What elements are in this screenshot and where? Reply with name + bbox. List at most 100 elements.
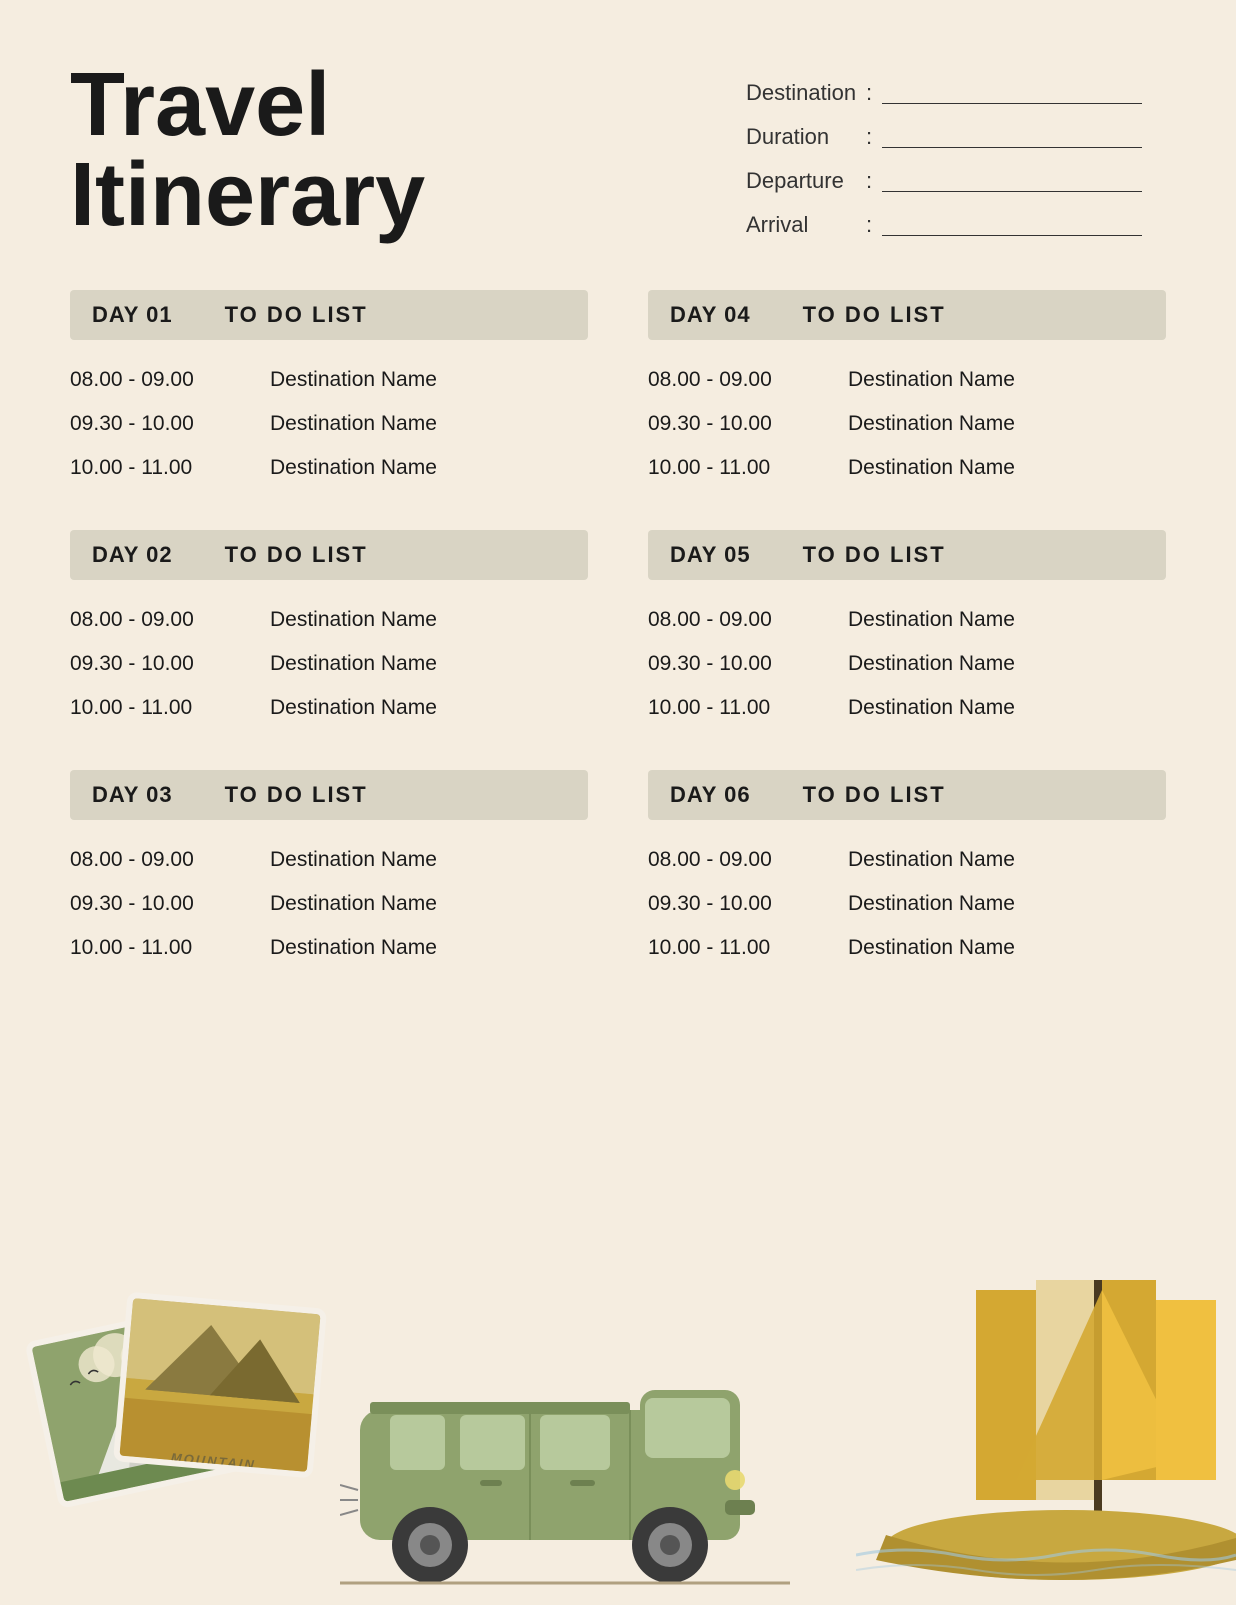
- list-item: 08.00 - 09.00Destination Name: [648, 358, 1166, 402]
- info-row-arrival: Arrival :: [746, 212, 1166, 238]
- day-block-1: DAY 01TO DO LIST08.00 - 09.00Destination…: [70, 290, 588, 490]
- duration-label: Duration: [746, 124, 856, 150]
- day-block-2: DAY 04TO DO LIST08.00 - 09.00Destination…: [648, 290, 1166, 490]
- day-block-6: DAY 06TO DO LIST08.00 - 09.00Destination…: [648, 770, 1166, 970]
- list-item: 09.30 - 10.00Destination Name: [70, 882, 588, 926]
- day-header-1: DAY 01TO DO LIST: [70, 290, 588, 340]
- day-label-6: DAY 06: [648, 770, 773, 820]
- day-todo-label-3: TO DO LIST: [195, 530, 398, 580]
- list-item: 10.00 - 11.00Destination Name: [648, 446, 1166, 490]
- day-todo-label-2: TO DO LIST: [773, 290, 976, 340]
- item-time: 08.00 - 09.00: [70, 848, 270, 872]
- title-block: Travel Itinerary: [70, 60, 425, 240]
- item-destination-name[interactable]: Destination Name: [848, 696, 1015, 720]
- title-line1: Travel: [70, 55, 330, 155]
- departure-label: Departure: [746, 168, 856, 194]
- info-block: Destination : Duration : Departure : Arr…: [746, 60, 1166, 238]
- item-destination-name[interactable]: Destination Name: [848, 652, 1015, 676]
- day-block-3: DAY 02TO DO LIST08.00 - 09.00Destination…: [70, 530, 588, 730]
- destination-colon: :: [866, 80, 872, 106]
- item-destination-name[interactable]: Destination Name: [848, 848, 1015, 872]
- list-item: 08.00 - 09.00Destination Name: [70, 598, 588, 642]
- item-time: 09.30 - 10.00: [648, 652, 848, 676]
- item-destination-name[interactable]: Destination Name: [270, 696, 437, 720]
- van-decoration: [340, 1290, 790, 1590]
- item-time: 09.30 - 10.00: [70, 652, 270, 676]
- info-row-destination: Destination :: [746, 80, 1166, 106]
- photo-card-2: MOUNTAIN: [113, 1292, 327, 1479]
- day-todo-label-1: TO DO LIST: [195, 290, 398, 340]
- destination-line[interactable]: [882, 82, 1142, 104]
- item-time: 09.30 - 10.00: [70, 892, 270, 916]
- item-destination-name[interactable]: Destination Name: [848, 456, 1015, 480]
- item-time: 08.00 - 09.00: [648, 848, 848, 872]
- item-time: 09.30 - 10.00: [648, 892, 848, 916]
- list-item: 10.00 - 11.00Destination Name: [648, 686, 1166, 730]
- info-row-departure: Departure :: [746, 168, 1166, 194]
- list-item: 09.30 - 10.00Destination Name: [648, 642, 1166, 686]
- page: Travel Itinerary Destination : Duration …: [0, 0, 1236, 1600]
- item-time: 08.00 - 09.00: [70, 608, 270, 632]
- item-time: 08.00 - 09.00: [648, 608, 848, 632]
- item-destination-name[interactable]: Destination Name: [848, 892, 1015, 916]
- list-item: 09.30 - 10.00Destination Name: [648, 402, 1166, 446]
- photo-cards-decoration: MOUNTAIN: [40, 1280, 360, 1580]
- day-label-2: DAY 04: [648, 290, 773, 340]
- item-destination-name[interactable]: Destination Name: [270, 608, 437, 632]
- list-item: 10.00 - 11.00Destination Name: [70, 686, 588, 730]
- duration-line[interactable]: [882, 126, 1142, 148]
- item-destination-name[interactable]: Destination Name: [270, 456, 437, 480]
- list-item: 08.00 - 09.00Destination Name: [648, 598, 1166, 642]
- item-destination-name[interactable]: Destination Name: [270, 652, 437, 676]
- item-destination-name[interactable]: Destination Name: [270, 936, 437, 960]
- item-destination-name[interactable]: Destination Name: [848, 412, 1015, 436]
- item-time: 10.00 - 11.00: [70, 456, 270, 480]
- item-destination-name[interactable]: Destination Name: [270, 892, 437, 916]
- item-time: 08.00 - 09.00: [70, 368, 270, 392]
- list-item: 10.00 - 11.00Destination Name: [70, 446, 588, 490]
- list-item: 08.00 - 09.00Destination Name: [70, 838, 588, 882]
- arrival-line[interactable]: [882, 214, 1142, 236]
- duration-colon: :: [866, 124, 872, 150]
- days-grid: DAY 01TO DO LIST08.00 - 09.00Destination…: [70, 290, 1166, 970]
- list-item: 08.00 - 09.00Destination Name: [70, 358, 588, 402]
- day-header-5: DAY 03TO DO LIST: [70, 770, 588, 820]
- departure-colon: :: [866, 168, 872, 194]
- item-destination-name[interactable]: Destination Name: [848, 936, 1015, 960]
- item-destination-name[interactable]: Destination Name: [848, 368, 1015, 392]
- title-line2: Itinerary: [70, 145, 425, 245]
- item-time: 10.00 - 11.00: [70, 696, 270, 720]
- destination-label: Destination: [746, 80, 856, 106]
- day-label-3: DAY 02: [70, 530, 195, 580]
- item-time: 09.30 - 10.00: [70, 412, 270, 436]
- item-destination-name[interactable]: Destination Name: [270, 368, 437, 392]
- boat-decoration: [856, 1280, 1236, 1600]
- item-destination-name[interactable]: Destination Name: [270, 412, 437, 436]
- list-item: 09.30 - 10.00Destination Name: [70, 642, 588, 686]
- item-time: 10.00 - 11.00: [648, 936, 848, 960]
- day-label-4: DAY 05: [648, 530, 773, 580]
- list-item: 10.00 - 11.00Destination Name: [648, 926, 1166, 970]
- day-block-4: DAY 05TO DO LIST08.00 - 09.00Destination…: [648, 530, 1166, 730]
- item-time: 10.00 - 11.00: [648, 456, 848, 480]
- day-header-3: DAY 02TO DO LIST: [70, 530, 588, 580]
- day-label-5: DAY 03: [70, 770, 195, 820]
- item-destination-name[interactable]: Destination Name: [848, 608, 1015, 632]
- list-item: 10.00 - 11.00Destination Name: [70, 926, 588, 970]
- item-time: 08.00 - 09.00: [648, 368, 848, 392]
- list-item: 09.30 - 10.00Destination Name: [70, 402, 588, 446]
- arrival-label: Arrival: [746, 212, 856, 238]
- day-todo-label-5: TO DO LIST: [195, 770, 398, 820]
- item-destination-name[interactable]: Destination Name: [270, 848, 437, 872]
- day-todo-label-6: TO DO LIST: [773, 770, 976, 820]
- day-block-5: DAY 03TO DO LIST08.00 - 09.00Destination…: [70, 770, 588, 970]
- item-time: 09.30 - 10.00: [648, 412, 848, 436]
- departure-line[interactable]: [882, 170, 1142, 192]
- header: Travel Itinerary Destination : Duration …: [70, 60, 1166, 240]
- list-item: 08.00 - 09.00Destination Name: [648, 838, 1166, 882]
- arrival-colon: :: [866, 212, 872, 238]
- info-row-duration: Duration :: [746, 124, 1166, 150]
- day-label-1: DAY 01: [70, 290, 195, 340]
- day-header-6: DAY 06TO DO LIST: [648, 770, 1166, 820]
- day-header-2: DAY 04TO DO LIST: [648, 290, 1166, 340]
